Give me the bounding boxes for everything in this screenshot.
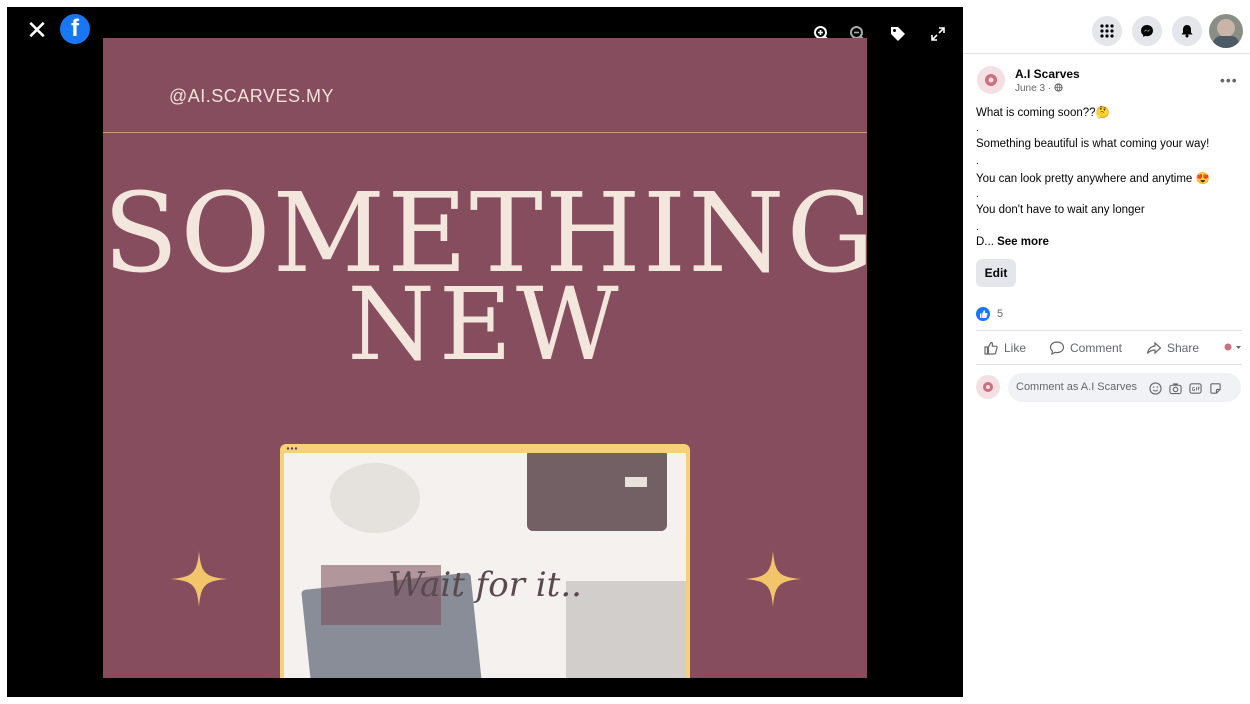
photo-viewer: ✕ f @AI.SCARVES.MY SOMETHING NEW Wait fo…	[7, 7, 963, 697]
like-count[interactable]: 5	[997, 308, 1003, 320]
messenger-icon[interactable]	[1132, 16, 1162, 46]
sparkle-icon	[171, 551, 227, 607]
image-handle-text: @AI.SCARVES.MY	[169, 86, 334, 106]
post-sidebar: A.I Scarves June 3 · ••• What is coming …	[963, 0, 1250, 704]
share-button[interactable]: Share	[1146, 340, 1199, 356]
emoji-icon[interactable]	[1147, 380, 1163, 396]
share-icon	[1146, 341, 1162, 355]
profile-avatar[interactable]	[1209, 14, 1243, 48]
close-icon[interactable]: ✕	[25, 17, 49, 43]
menu-grid-icon[interactable]	[1092, 16, 1122, 46]
fullscreen-icon[interactable]	[925, 21, 951, 47]
like-label: Like	[1004, 341, 1027, 355]
thumbs-up-icon	[984, 341, 998, 355]
more-options-icon[interactable]: •••	[1220, 72, 1238, 88]
post-image: @AI.SCARVES.MY SOMETHING NEW Wait for it…	[103, 38, 867, 678]
inset-photo-frame: Wait for it..	[280, 444, 690, 678]
notifications-icon[interactable]	[1172, 16, 1202, 46]
window-dots-icon	[286, 447, 298, 450]
flower-shape	[330, 463, 420, 533]
post-text-dot: .	[976, 156, 979, 167]
avatar-face	[1217, 19, 1235, 37]
gif-icon[interactable]	[1187, 380, 1203, 396]
post-as-selector[interactable]	[1222, 339, 1247, 355]
post-date-text: June 3 ·	[1015, 83, 1052, 94]
actions-divider-bottom	[976, 364, 1242, 365]
edit-button[interactable]: Edit	[976, 259, 1016, 287]
page-name-link[interactable]: A.I Scarves	[1015, 67, 1080, 81]
like-button[interactable]: Like	[983, 340, 1026, 356]
tag-icon[interactable]	[885, 21, 911, 47]
comment-placeholder: Comment as A.I Scarves	[1016, 381, 1138, 393]
post-text-line: Something beautiful is what coming your …	[976, 138, 1210, 150]
post-text-line: You don't have to wait any longer	[976, 204, 1145, 216]
post-text-dot: .	[976, 222, 979, 233]
commenter-avatar	[976, 375, 1000, 399]
truncated-prefix: D...	[976, 236, 994, 248]
comment-icon	[1049, 341, 1065, 356]
comment-input[interactable]: Comment as A.I Scarves	[1008, 373, 1241, 402]
post-truncated: D... See more	[976, 236, 1049, 248]
like-reaction-icon[interactable]	[976, 307, 990, 321]
post-text-dot: .	[976, 123, 979, 134]
see-more-link[interactable]: See more	[997, 236, 1049, 248]
inset-photo: Wait for it..	[284, 453, 686, 678]
camera-icon[interactable]	[1167, 380, 1183, 396]
post-text-line: What is coming soon??🤔	[976, 107, 1110, 119]
globe-icon	[1054, 83, 1063, 92]
sticker-icon[interactable]	[1207, 380, 1223, 396]
comment-button[interactable]: Comment	[1049, 340, 1122, 356]
page-avatar[interactable]	[977, 66, 1005, 94]
image-divider	[103, 132, 867, 133]
header-divider	[963, 53, 1250, 54]
post-date[interactable]: June 3 ·	[1015, 83, 1063, 94]
page-avatar-small-icon	[1224, 343, 1241, 351]
post-text-line: You can look pretty anywhere and anytime…	[976, 173, 1210, 185]
post-text-dot: .	[976, 189, 979, 200]
facebook-logo[interactable]: f	[60, 14, 90, 44]
image-headline-line2: NEW	[347, 266, 623, 383]
actions-divider-top	[976, 330, 1242, 331]
scarf-shape	[527, 453, 667, 531]
share-label: Share	[1167, 341, 1200, 355]
scarf-tag	[625, 477, 647, 487]
comment-tools	[1147, 380, 1227, 396]
comment-label: Comment	[1070, 341, 1123, 355]
sparkle-icon	[745, 551, 801, 607]
image-inset-text: Wait for it..	[388, 565, 582, 605]
avatar-body	[1213, 36, 1239, 48]
